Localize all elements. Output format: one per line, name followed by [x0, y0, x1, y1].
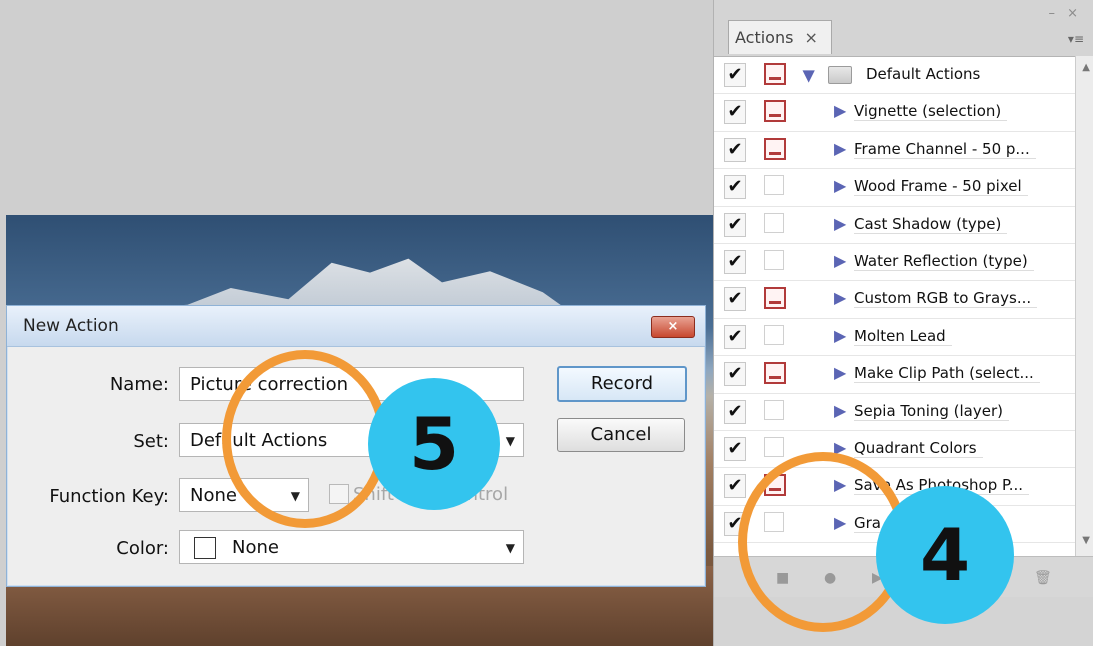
- toggle-item-checkbox[interactable]: ✔: [724, 212, 746, 237]
- expand-triangle-icon[interactable]: ▶: [834, 251, 846, 270]
- toggle-item-checkbox[interactable]: ✔: [724, 324, 746, 349]
- toggle-dialog-icon[interactable]: [764, 63, 786, 85]
- action-row[interactable]: ✔ ▶ Cast Shadow (type): [714, 207, 1076, 244]
- toggle-item-checkbox[interactable]: ✔: [724, 137, 746, 162]
- action-label: Custom RGB to Grays...: [854, 289, 1038, 309]
- tab-actions-label: Actions: [735, 28, 794, 47]
- toggle-item-checkbox[interactable]: ✔: [724, 287, 746, 312]
- action-row[interactable]: ✔ ▶ Water Reflection (type): [714, 244, 1076, 282]
- annotation-badge-5: 5: [368, 378, 500, 510]
- trash-icon[interactable]: 🗑: [1034, 570, 1052, 586]
- color-select-value: None: [232, 537, 279, 558]
- toggle-item-checkbox[interactable]: ✔: [724, 63, 746, 87]
- action-set-label: Default Actions: [866, 65, 981, 83]
- name-label: Name:: [109, 374, 169, 395]
- tab-close-icon[interactable]: ×: [805, 28, 818, 47]
- action-label: Wood Frame - 50 pixel: [854, 177, 1028, 197]
- cancel-button[interactable]: Cancel: [557, 418, 685, 452]
- toggle-dialog-icon[interactable]: [764, 175, 784, 196]
- toggle-dialog-icon[interactable]: [764, 399, 784, 420]
- function-key-value: None: [190, 485, 237, 506]
- action-label: Frame Channel - 50 p...: [854, 140, 1036, 159]
- folder-icon: [828, 66, 852, 84]
- action-label: Make Clip Path (select...: [854, 364, 1040, 384]
- scroll-up-icon[interactable]: ▲: [1082, 62, 1090, 73]
- expand-triangle-icon[interactable]: ▶: [834, 326, 846, 345]
- toggle-dialog-icon[interactable]: [764, 249, 784, 270]
- action-label: Vignette (selection): [854, 102, 1008, 122]
- toggle-dialog-icon[interactable]: [764, 137, 786, 160]
- set-label: Set:: [133, 431, 169, 452]
- toggle-item-checkbox[interactable]: ✔: [724, 436, 746, 461]
- action-row[interactable]: ✔ ▶ Frame Channel - 50 p...: [714, 132, 1076, 170]
- toggle-item-checkbox[interactable]: ✔: [724, 175, 746, 200]
- expand-triangle-icon[interactable]: ▶: [834, 101, 846, 120]
- action-row[interactable]: ✔ ▶ Quadrant Colors: [714, 431, 1076, 469]
- panel-menu-icon[interactable]: ▾≡: [1068, 32, 1084, 46]
- toggle-item-checkbox[interactable]: ✔: [724, 399, 746, 424]
- toggle-dialog-icon[interactable]: [764, 436, 784, 457]
- expand-triangle-icon[interactable]: ▶: [834, 401, 846, 420]
- expand-triangle-icon[interactable]: ▶: [834, 214, 846, 233]
- action-row[interactable]: ✔ ▶ Molten Lead: [714, 319, 1076, 357]
- panel-window-controls[interactable]: – ×: [1048, 6, 1082, 21]
- action-label: Quadrant Colors: [854, 439, 983, 458]
- toggle-dialog-icon[interactable]: [764, 324, 784, 345]
- expand-triangle-icon[interactable]: ▶: [801, 70, 820, 82]
- toggle-item-checkbox[interactable]: ✔: [724, 474, 746, 499]
- tab-actions[interactable]: Actions ×: [728, 20, 832, 54]
- action-label: Cast Shadow (type): [854, 215, 1008, 234]
- function-key-label: Function Key:: [49, 486, 169, 507]
- action-row[interactable]: ✔ ▶ Make Clip Path (select...: [714, 356, 1076, 394]
- action-row[interactable]: ✔ ▶ Wood Frame - 50 pixel: [714, 169, 1076, 207]
- toggle-item-checkbox[interactable]: ✔: [724, 362, 746, 387]
- dialog-close-button[interactable]: ×: [651, 316, 695, 338]
- chevron-down-icon: ▼: [505, 541, 515, 555]
- toggle-item-checkbox[interactable]: ✔: [724, 249, 746, 274]
- action-row[interactable]: ✔ ▶ Vignette (selection): [714, 94, 1076, 132]
- expand-triangle-icon[interactable]: ▶: [834, 139, 846, 158]
- action-set-row[interactable]: ✔ ▶ Default Actions: [714, 57, 1076, 95]
- toggle-dialog-icon[interactable]: [764, 100, 786, 123]
- expand-triangle-icon[interactable]: ▶: [834, 363, 846, 382]
- action-row[interactable]: ✔ ▶ Sepia Toning (layer): [714, 394, 1076, 431]
- list-scrollbar[interactable]: [1075, 56, 1093, 556]
- scroll-down-icon[interactable]: ▼: [1082, 535, 1090, 546]
- color-select[interactable]: None ▼: [179, 530, 524, 564]
- toggle-dialog-icon[interactable]: [764, 287, 786, 310]
- action-label: Molten Lead: [854, 327, 952, 346]
- action-row[interactable]: ✔ ▶ Custom RGB to Grays...: [714, 281, 1076, 319]
- expand-triangle-icon[interactable]: ▶: [834, 176, 846, 195]
- toggle-dialog-icon[interactable]: [764, 362, 786, 385]
- expand-triangle-icon[interactable]: ▶: [834, 288, 846, 307]
- dialog-titlebar[interactable]: New Action ×: [7, 306, 705, 347]
- action-label: Water Reflection (type): [854, 252, 1034, 271]
- annotation-badge-4: 4: [876, 486, 1014, 624]
- record-button[interactable]: Record: [557, 366, 687, 402]
- chevron-down-icon: ▼: [505, 434, 515, 448]
- color-swatch: [194, 537, 216, 559]
- dialog-title: New Action: [23, 316, 119, 336]
- action-label: Sepia Toning (layer): [854, 402, 1009, 421]
- toggle-dialog-icon[interactable]: [764, 212, 784, 233]
- toggle-item-checkbox[interactable]: ✔: [724, 100, 746, 125]
- color-label: Color:: [116, 538, 169, 559]
- annotation-ring-5: [222, 350, 388, 528]
